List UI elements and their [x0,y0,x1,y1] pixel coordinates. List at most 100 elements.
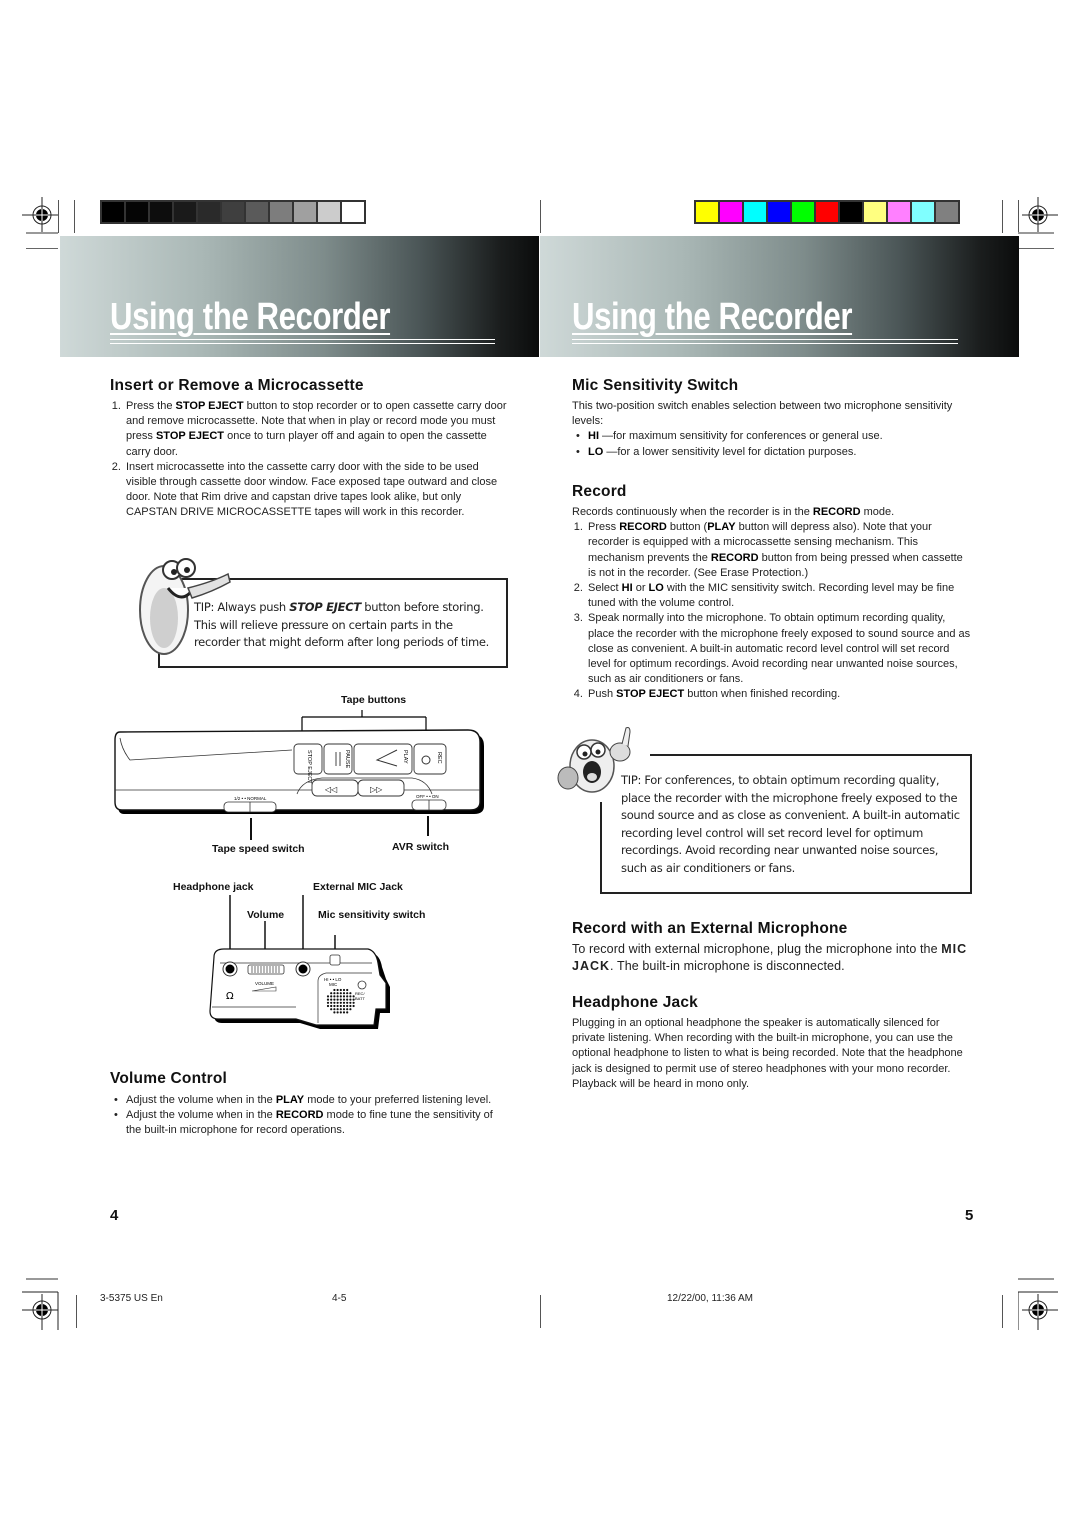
color-swatch [912,202,934,222]
trim-line [26,1278,58,1280]
mic-grille-dot [349,1004,352,1008]
list-item: HI —for maximum sensitivity for conferen… [576,429,972,444]
section-heading: Record [572,483,627,500]
mic-grille-dot [336,1008,339,1011]
mic-grille-dot [352,1001,355,1004]
mic-grille-dot [339,995,342,998]
trim-line [1018,1278,1054,1280]
stop-eject-label: STOP EJECT [306,750,312,784]
mic-grille-dot [339,1008,342,1011]
mic-grille-dot [330,992,333,995]
insert-section: Insert or Remove a Microcassette Press t… [110,377,510,521]
list-item: Speak normally into the microphone. To o… [586,611,972,687]
title-underline [572,343,958,344]
color-swatch [198,202,220,222]
footer-doc-code: 3-5375 US En [100,1293,163,1304]
tip-text: TIP: For conferences, to obtain optimum … [621,773,960,875]
mic-grille-dot [346,988,349,992]
color-swatch [342,202,364,222]
svg-text:1/2 • • NORMAL: 1/2 • • NORMAL [234,796,267,801]
mic-grille-dot [333,1001,336,1004]
color-swatch [792,202,814,222]
section-heading: Insert or Remove a Microcassette [110,377,364,394]
record-steps: Press RECORD button (PLAY button will de… [572,520,972,702]
mic-grille-dot [333,992,336,995]
mic-sensitivity-section: Mic Sensitivity Switch This two-position… [572,377,972,460]
registration-mark-icon [22,1291,59,1330]
mic-grille-dot [346,1011,349,1014]
headphone-text: Plugging in an optional headphone the sp… [572,1017,963,1090]
svg-text:BATT: BATT [355,996,365,1001]
label-tape-buttons: Tape buttons [341,694,407,706]
registration-mark-icon [22,197,58,233]
mic-bullets: HI —for maximum sensitivity for conferen… [572,429,972,460]
mic-grille-dot [342,995,346,998]
trim-line [26,232,58,234]
color-swatch [294,202,316,222]
trim-line [540,200,541,233]
volume-bullets: Adjust the volume when in the PLAY mode … [110,1093,510,1139]
color-swatch [126,202,148,222]
external-mic-text: To record with external microphone, plug… [572,942,968,973]
tip-text: TIP: Always push STOP EJECT button befor… [194,600,489,649]
mic-grille-dot [336,1001,339,1004]
mic-grille-dot [330,995,333,998]
color-swatch [318,202,340,222]
label-headphone-jack: Headphone jack [173,881,254,893]
headphone-icon: Ω [226,991,234,1002]
mic-grille-dot [336,998,339,1001]
list-item: Push STOP EJECT button when finished rec… [586,687,972,702]
list-item: Adjust the volume when in the RECORD mod… [114,1108,510,1138]
svg-text:▷▷: ▷▷ [370,785,383,794]
mic-grille-dot [333,1008,336,1011]
list-item: Insert microcassette into the cassette c… [124,460,510,521]
trim-line [1018,232,1054,234]
color-calibration-bar [694,200,960,224]
label-external-mic-jack: External MIC Jack [313,881,403,893]
svg-text:PLAY: PLAY [402,750,408,764]
mic-grille-dot [336,988,339,992]
svg-text:REC: REC [436,752,442,764]
mic-grille-dot [326,1004,330,1008]
color-swatch [174,202,196,222]
trim-line [74,200,75,233]
page-number: 4 [110,1207,119,1224]
mic-grille-dot [346,992,349,995]
page-title: Using the Recorder [110,296,391,338]
color-swatch [840,202,862,222]
color-swatch [816,202,838,222]
section-heading: Volume Control [110,1070,228,1087]
trim-line [1002,1295,1003,1328]
mic-grille-dot [336,992,339,995]
external-mic-section: Record with an External Microphone To re… [572,920,972,975]
mic-grille-dot [333,988,336,992]
mic-grille-dot [352,1004,355,1008]
mic-grille-dot [346,1008,349,1011]
trim-line [26,248,58,249]
color-swatch [696,202,718,222]
list-item: LO —for a lower sensitivity level for di… [576,445,972,460]
mic-grille-dot [336,995,339,998]
svg-text:PAUSE: PAUSE [344,750,350,769]
svg-text:MIC: MIC [329,982,338,987]
mic-grille-dot [339,998,342,1001]
mic-grille-dot [342,992,346,995]
trim-line [58,200,59,233]
mic-grille-dot [349,998,352,1001]
mic-grille-dot [326,998,330,1001]
mic-grille-dot [342,988,346,992]
color-swatch [864,202,886,222]
color-swatch [720,202,742,222]
recorder-top-diagram: STOP EJECT PAUSE PLAY REC ◁◁ ▷▷ 1/2 • • … [114,710,484,830]
mic-grille-dot [333,995,336,998]
mic-grille-dot [339,1004,342,1008]
mic-grille-dot [342,1011,346,1014]
mic-grille-dot [346,995,349,998]
mic-grille-dot [349,995,352,998]
trim-line [76,1295,77,1328]
list-item: Adjust the volume when in the PLAY mode … [114,1093,510,1108]
headphone-section: Headphone Jack Plugging in an optional h… [572,994,972,1092]
pointer-line [250,818,252,840]
section-heading: Record with an External Microphone [572,920,848,937]
mic-grille-dot [342,1004,346,1008]
